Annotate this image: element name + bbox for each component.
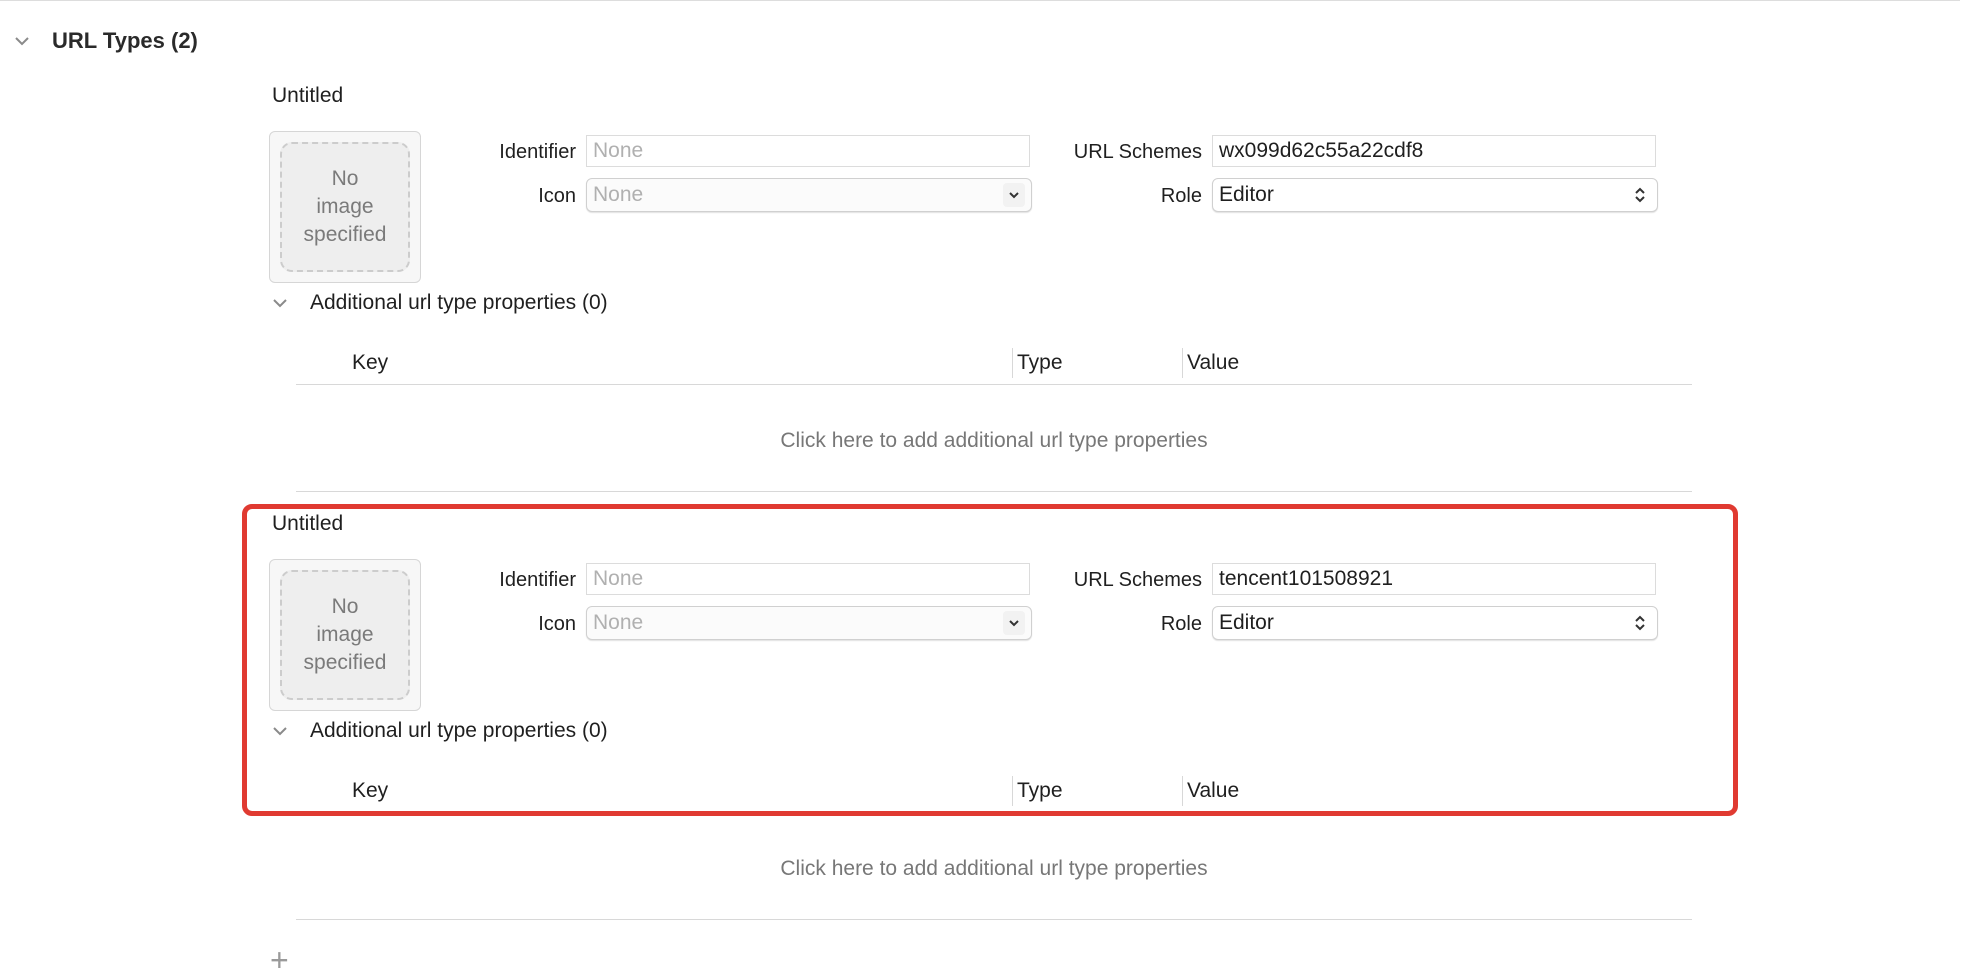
additional-properties-header[interactable]: Additional url type properties (0) bbox=[272, 716, 608, 746]
role-value: Editor bbox=[1219, 611, 1274, 634]
additional-properties-header[interactable]: Additional url type properties (0) bbox=[272, 288, 608, 318]
icon-label: Icon bbox=[538, 185, 576, 207]
column-divider bbox=[1182, 348, 1183, 378]
url-schemes-field[interactable]: tencent101508921 bbox=[1212, 563, 1656, 595]
chevron-down-icon[interactable] bbox=[1003, 183, 1025, 207]
table-bottom-rule bbox=[296, 919, 1692, 920]
column-divider bbox=[1012, 776, 1013, 806]
identifier-field[interactable]: None bbox=[586, 563, 1030, 595]
highlight-box bbox=[242, 504, 1738, 816]
url-types-section-header[interactable]: URL Types (2) bbox=[14, 26, 198, 56]
image-placeholder: No image specified bbox=[280, 570, 410, 700]
add-url-type-button[interactable]: + bbox=[270, 944, 289, 976]
identifier-label: Identifier bbox=[499, 141, 576, 163]
column-divider bbox=[1182, 776, 1183, 806]
identifier-label: Identifier bbox=[499, 569, 576, 591]
column-divider bbox=[1012, 348, 1013, 378]
column-value[interactable]: Value bbox=[1187, 776, 1239, 806]
url-schemes-label: URL Schemes bbox=[1073, 141, 1202, 163]
role-popup[interactable]: Editor bbox=[1212, 178, 1658, 212]
url-type-title: Untitled bbox=[272, 512, 344, 535]
icon-combo[interactable]: None bbox=[586, 606, 1032, 640]
additional-properties-title: Additional url type properties (0) bbox=[310, 291, 608, 314]
chevron-down-icon[interactable] bbox=[1003, 611, 1025, 635]
icon-combo-value: None bbox=[593, 611, 644, 634]
url-schemes-label: URL Schemes bbox=[1073, 569, 1202, 591]
column-type[interactable]: Type bbox=[1017, 348, 1063, 378]
add-property-hint[interactable]: Click here to add additional url type pr… bbox=[296, 857, 1692, 881]
image-well[interactable]: No image specified bbox=[269, 131, 421, 283]
updown-arrows-icon bbox=[1629, 183, 1651, 207]
column-key[interactable]: Key bbox=[352, 348, 388, 378]
icon-combo-value: None bbox=[593, 183, 644, 206]
updown-arrows-icon bbox=[1629, 611, 1651, 635]
role-value: Editor bbox=[1219, 183, 1274, 206]
add-property-hint[interactable]: Click here to add additional url type pr… bbox=[296, 429, 1692, 453]
additional-properties-title: Additional url type properties (0) bbox=[310, 719, 608, 742]
icon-label: Icon bbox=[538, 613, 576, 635]
url-type-title: Untitled bbox=[272, 84, 344, 107]
top-divider bbox=[0, 0, 1960, 1]
column-value[interactable]: Value bbox=[1187, 348, 1239, 378]
image-well[interactable]: No image specified bbox=[269, 559, 421, 711]
chevron-down-icon[interactable] bbox=[272, 296, 287, 310]
role-label: Role bbox=[1160, 613, 1202, 635]
section-title: URL Types (2) bbox=[52, 28, 198, 53]
chevron-down-icon[interactable] bbox=[14, 34, 29, 48]
url-schemes-field[interactable]: wx099d62c55a22cdf8 bbox=[1212, 135, 1656, 167]
role-label: Role bbox=[1160, 185, 1202, 207]
chevron-down-icon[interactable] bbox=[272, 724, 287, 738]
role-popup[interactable]: Editor bbox=[1212, 606, 1658, 640]
identifier-field[interactable]: None bbox=[586, 135, 1030, 167]
table-bottom-rule bbox=[296, 491, 1692, 492]
icon-combo[interactable]: None bbox=[586, 178, 1032, 212]
properties-table-header: Key Type Value bbox=[296, 348, 1692, 385]
image-placeholder: No image specified bbox=[280, 142, 410, 272]
properties-table-header: Key Type Value bbox=[296, 776, 1692, 813]
column-type[interactable]: Type bbox=[1017, 776, 1063, 806]
column-key[interactable]: Key bbox=[352, 776, 388, 806]
